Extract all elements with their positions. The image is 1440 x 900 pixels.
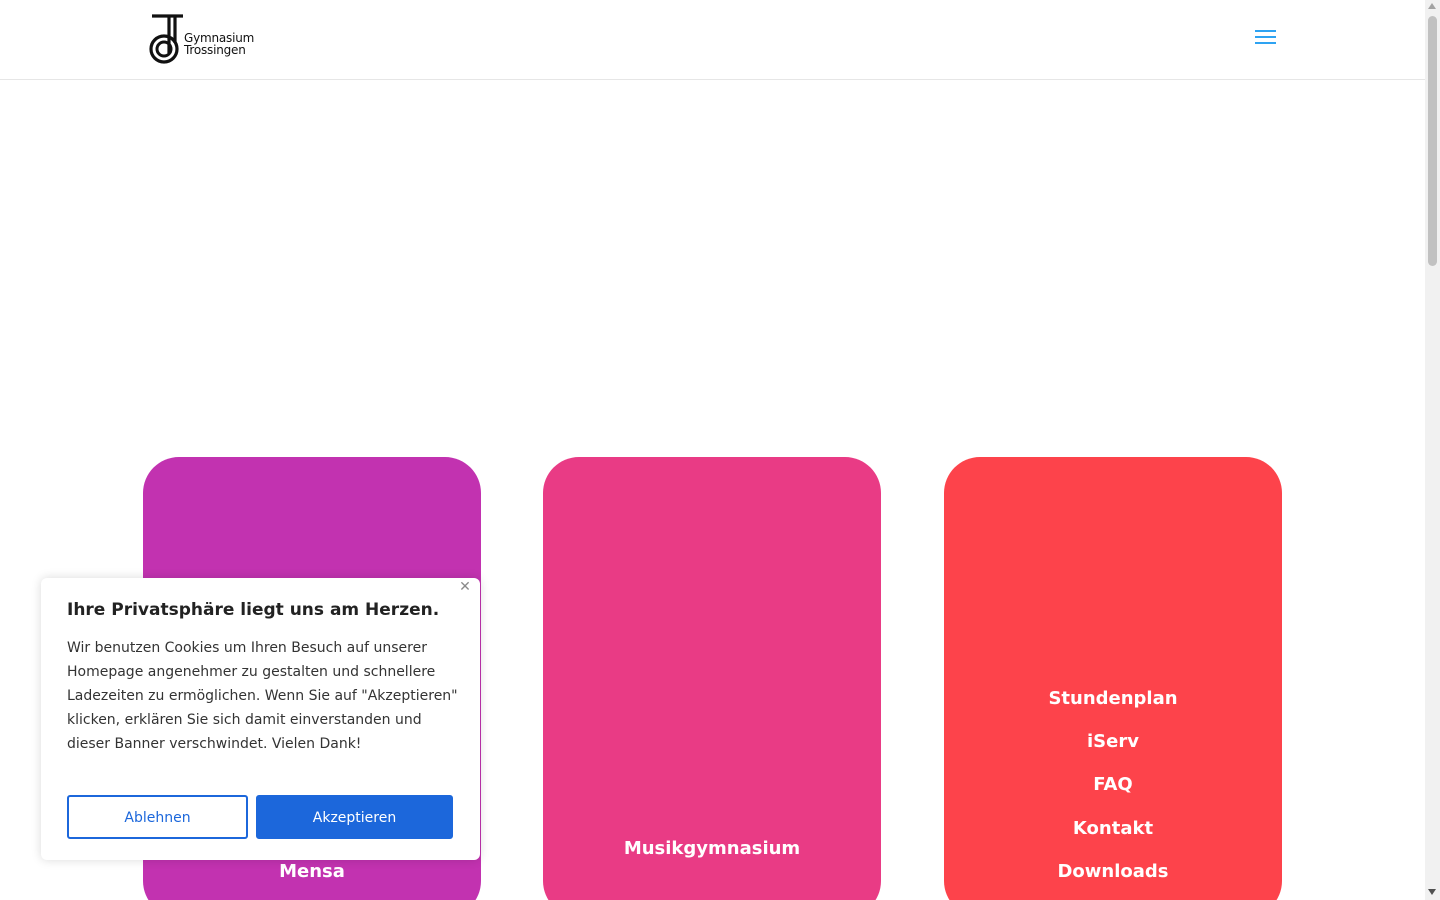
- scroll-down-arrow-icon[interactable]: [1428, 889, 1436, 895]
- hamburger-line: [1255, 36, 1276, 38]
- card-link-kontakt[interactable]: Kontakt: [944, 818, 1282, 839]
- card-link-stundenplan[interactable]: Stundenplan: [944, 688, 1282, 709]
- logo-text: Gymnasium Trossingen: [184, 32, 254, 56]
- card-quicklinks: Stundenplan iServ FAQ Kontakt Downloads: [944, 457, 1282, 900]
- site-header: Gymnasium Trossingen: [0, 0, 1425, 80]
- hamburger-line: [1255, 30, 1276, 32]
- card-link-faq[interactable]: FAQ: [944, 774, 1282, 795]
- hamburger-line: [1255, 42, 1276, 44]
- accept-button[interactable]: Akzeptieren: [256, 795, 453, 839]
- logo-mark-icon: [149, 14, 183, 64]
- cookie-title: Ihre Privatsphäre liegt uns am Herzen.: [67, 600, 440, 620]
- hamburger-menu-icon[interactable]: [1255, 30, 1277, 48]
- close-icon[interactable]: ✕: [458, 580, 472, 594]
- card-musikgymnasium: Musikgymnasium: [543, 457, 881, 900]
- cookie-banner: ✕ Ihre Privatsphäre liegt uns am Herzen.…: [41, 578, 480, 860]
- decline-button[interactable]: Ablehnen: [67, 795, 248, 839]
- scroll-up-arrow-icon[interactable]: [1428, 3, 1436, 9]
- card-link-musikgymnasium[interactable]: Musikgymnasium: [543, 838, 881, 859]
- logo-text-line2: Trossingen: [184, 43, 246, 57]
- cookie-text: Wir benutzen Cookies um Ihren Besuch auf…: [67, 640, 458, 752]
- school-logo[interactable]: Gymnasium Trossingen: [145, 13, 257, 67]
- vertical-scrollbar[interactable]: [1425, 0, 1440, 900]
- card-link-mensa[interactable]: Mensa: [143, 861, 481, 882]
- scrollbar-thumb[interactable]: [1428, 16, 1437, 266]
- card-link-downloads[interactable]: Downloads: [944, 861, 1282, 882]
- card-link-iserv[interactable]: iServ: [944, 731, 1282, 752]
